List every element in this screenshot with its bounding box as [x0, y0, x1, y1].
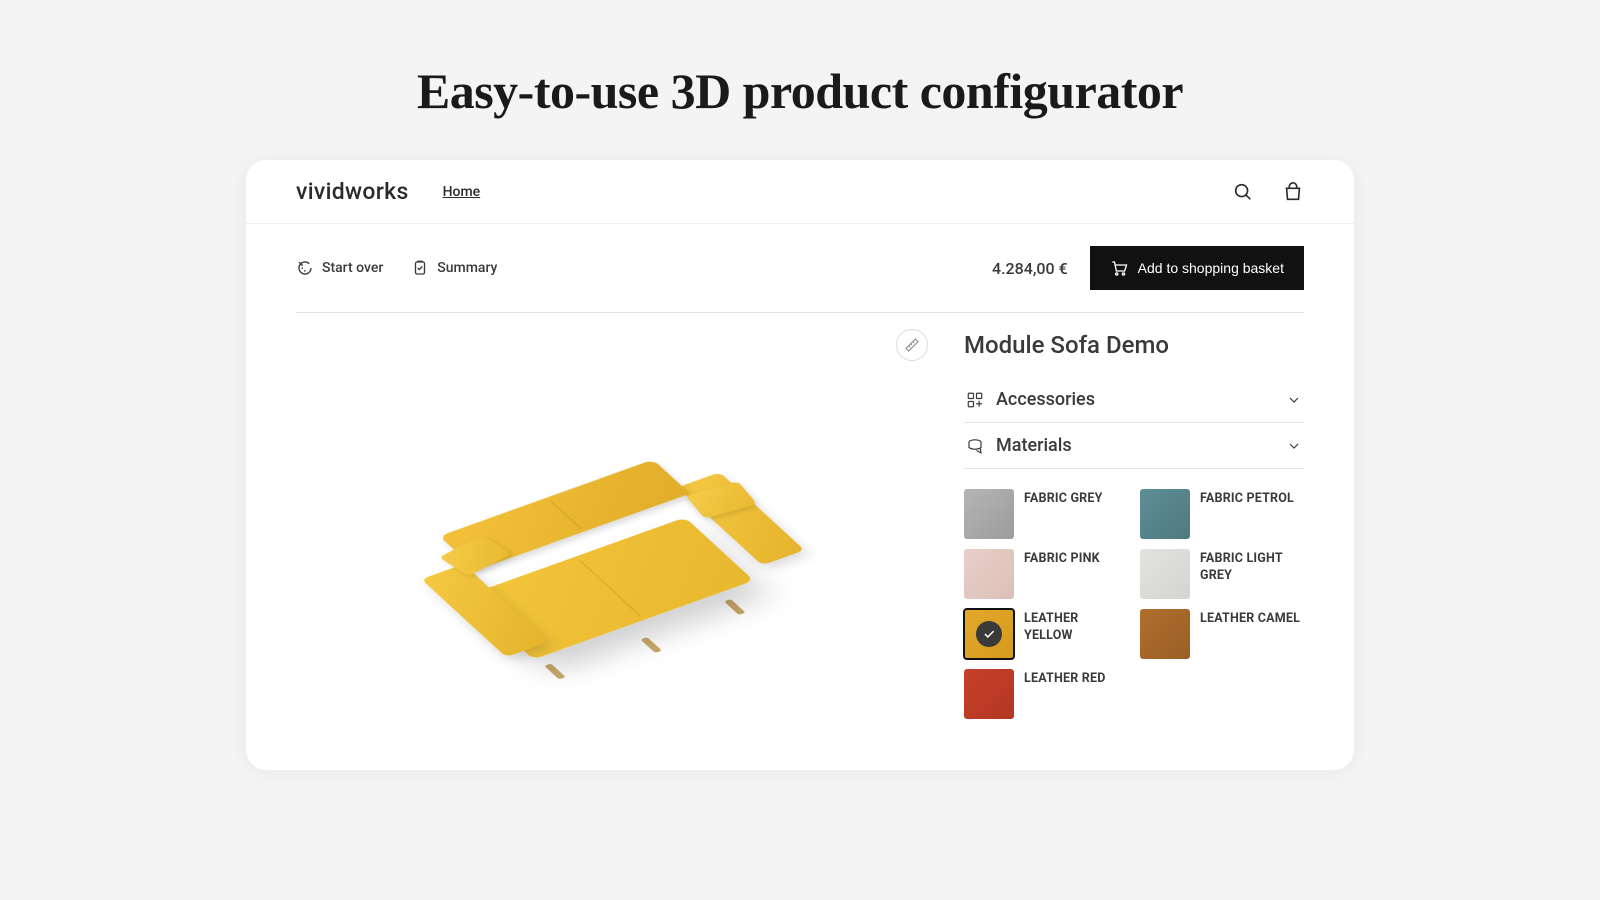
swatch-fabric_petrol[interactable]: FABRIC PETROL: [1140, 489, 1304, 539]
section-materials-label: Materials: [996, 435, 1274, 456]
swatch-leather_yellow[interactable]: LEATHER YELLOW: [964, 609, 1128, 659]
topbar-right: [1232, 181, 1304, 203]
actionbar: Start over Summary 4.284,00 € Add to sho…: [246, 224, 1354, 312]
swatch-chip: [1140, 609, 1190, 659]
accessories-icon: [966, 391, 984, 409]
search-icon[interactable]: [1232, 181, 1254, 203]
materials-icon: [966, 437, 984, 455]
actionbar-right: 4.284,00 € Add to shopping basket: [992, 246, 1304, 290]
topbar-left: vividworks Home: [296, 178, 480, 205]
section-accessories-label: Accessories: [996, 389, 1274, 410]
swatch-leather_camel[interactable]: LEATHER CAMEL: [1140, 609, 1304, 659]
summary-button[interactable]: Summary: [411, 259, 497, 277]
section-materials[interactable]: Materials: [964, 423, 1304, 469]
section-accessories[interactable]: Accessories: [964, 377, 1304, 423]
app-card: vividworks Home Start over: [246, 160, 1354, 770]
start-over-label: Start over: [322, 260, 383, 276]
swatch-fabric_light_grey[interactable]: FABRIC LIGHT GREY: [1140, 549, 1304, 599]
chevron-down-icon: [1286, 392, 1302, 408]
swatch-chip: [964, 549, 1014, 599]
swatch-leather_red[interactable]: LEATHER RED: [964, 669, 1128, 719]
brand-logo[interactable]: vividworks: [296, 178, 409, 205]
swatch-fabric_pink[interactable]: FABRIC PINK: [964, 549, 1128, 599]
summary-label: Summary: [437, 260, 497, 276]
page-headline: Easy-to-use 3D product configurator: [417, 62, 1183, 120]
swatch-chip: [1140, 489, 1190, 539]
shopping-bag-icon[interactable]: [1282, 181, 1304, 203]
swatch-chip: [964, 609, 1014, 659]
add-to-basket-label: Add to shopping basket: [1138, 260, 1284, 276]
topbar: vividworks Home: [246, 160, 1354, 224]
product-title: Module Sofa Demo: [964, 331, 1304, 359]
chevron-down-icon: [1286, 438, 1302, 454]
add-to-basket-button[interactable]: Add to shopping basket: [1090, 246, 1304, 290]
swatch-label: LEATHER RED: [1024, 671, 1106, 688]
nav-home-link[interactable]: Home: [443, 184, 481, 200]
swatch-label: LEATHER CAMEL: [1200, 611, 1300, 628]
content-area: Module Sofa Demo Accessories Materials: [246, 313, 1354, 770]
clipboard-icon: [411, 259, 429, 277]
sofa-render: [445, 463, 785, 703]
swatch-chip: [1140, 549, 1190, 599]
swatch-fabric_grey[interactable]: FABRIC GREY: [964, 489, 1128, 539]
swatch-grid: FABRIC GREY FABRIC PETROL FABRIC PINK FABRI…: [964, 489, 1304, 719]
swatch-label: FABRIC PINK: [1024, 551, 1100, 568]
start-over-button[interactable]: Start over: [296, 259, 383, 277]
restart-icon: [296, 259, 314, 277]
swatch-label: FABRIC GREY: [1024, 491, 1103, 508]
config-panel: Module Sofa Demo Accessories Materials: [964, 323, 1304, 770]
cart-icon: [1110, 259, 1128, 277]
swatch-chip: [964, 669, 1014, 719]
swatch-label: FABRIC PETROL: [1200, 491, 1294, 508]
product-viewer[interactable]: [296, 323, 934, 770]
actionbar-left: Start over Summary: [296, 259, 497, 277]
measure-tool-button[interactable]: [896, 329, 928, 361]
swatch-label: FABRIC LIGHT GREY: [1200, 551, 1304, 585]
swatch-label: LEATHER YELLOW: [1024, 611, 1128, 645]
check-icon: [976, 621, 1002, 647]
price-display: 4.284,00 €: [992, 259, 1068, 278]
swatch-chip: [964, 489, 1014, 539]
ruler-icon: [904, 337, 920, 353]
